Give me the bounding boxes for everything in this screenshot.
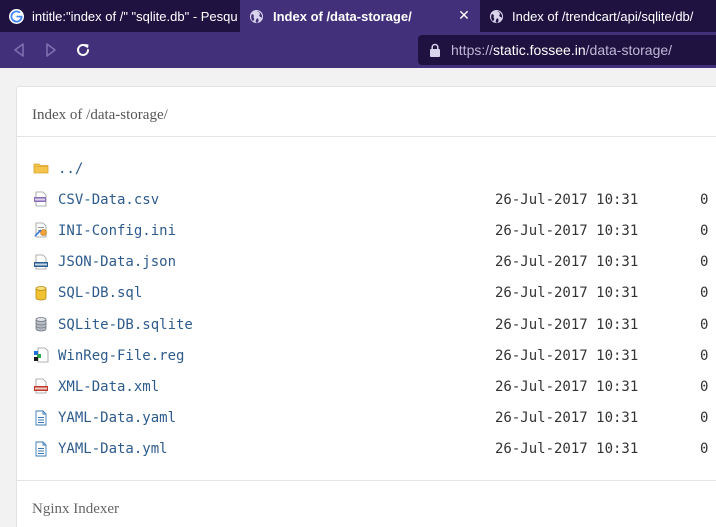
- file-link[interactable]: JSON-Data.json: [58, 254, 176, 270]
- list-item[interactable]: INI-Config.ini 26-Jul-2017 10:31 0: [17, 215, 716, 246]
- json-file-icon: [34, 254, 48, 269]
- file-link[interactable]: INI-Config.ini: [58, 223, 176, 239]
- google-icon: [9, 8, 24, 24]
- file-size: 0: [700, 191, 709, 208]
- list-item[interactable]: CSV-Data.csv 26-Jul-2017 10:31 0: [17, 184, 716, 215]
- close-tab-icon[interactable]: ✕: [456, 8, 472, 24]
- list-item[interactable]: WinReg-File.reg 26-Jul-2017 10:31 0: [17, 340, 716, 371]
- globe-icon: [249, 9, 264, 23]
- file-date: 26-Jul-2017 10:31: [495, 254, 639, 271]
- directory-listing-card: Index of /data-storage/ ../ CSV-Data.csv…: [16, 86, 716, 527]
- folder-icon: [33, 163, 49, 174]
- file-size: 0: [700, 222, 709, 239]
- file-link[interactable]: YAML-Data.yml: [58, 441, 168, 457]
- file-date: 26-Jul-2017 10:31: [495, 378, 639, 395]
- file-date: 26-Jul-2017 10:31: [495, 347, 639, 364]
- tab-title: Index of /trendcart/api/sqlite/db/: [512, 8, 694, 24]
- browser-toolbar: https://static.fossee.in/data-storage/: [0, 32, 716, 68]
- ini-file-icon: [34, 222, 47, 238]
- file-size: 0: [700, 441, 709, 458]
- file-date: 26-Jul-2017 10:31: [495, 285, 639, 302]
- list-item[interactable]: XML-Data.xml 26-Jul-2017 10:31 0: [17, 371, 716, 402]
- tab-trendcart-db[interactable]: Index of /trendcart/api/sqlite/db/: [480, 0, 716, 32]
- file-list: ../ CSV-Data.csv 26-Jul-2017 10:31 0 INI…: [17, 153, 716, 465]
- card-header: Index of /data-storage/: [17, 87, 716, 137]
- url-host: static.fossee.in: [493, 42, 586, 58]
- file-date: 26-Jul-2017 10:31: [495, 410, 639, 427]
- file-link[interactable]: YAML-Data.yaml: [58, 410, 176, 426]
- reload-button[interactable]: [72, 39, 94, 61]
- file-link[interactable]: XML-Data.xml: [58, 379, 159, 395]
- tab-title: intitle:"index of /" "sqlite.db" - Pesqu…: [32, 8, 237, 24]
- file-size: 0: [700, 285, 709, 302]
- file-size: 0: [700, 316, 709, 333]
- list-item[interactable]: YAML-Data.yml 26-Jul-2017 10:31 0: [17, 434, 716, 465]
- back-button[interactable]: [8, 39, 30, 61]
- file-size: 0: [700, 410, 709, 427]
- file-link[interactable]: SQL-DB.sql: [58, 285, 142, 301]
- list-item[interactable]: SQLite-DB.sqlite 26-Jul-2017 10:31 0: [17, 309, 716, 340]
- file-link[interactable]: WinReg-File.reg: [58, 348, 184, 364]
- list-item-parent[interactable]: ../: [17, 153, 716, 184]
- database-icon: [35, 285, 47, 301]
- footer-text: Nginx Indexer: [32, 501, 120, 517]
- address-bar[interactable]: https://static.fossee.in/data-storage/: [418, 35, 716, 65]
- file-size: 0: [700, 378, 709, 395]
- tab-google-search[interactable]: intitle:"index of /" "sqlite.db" - Pesqu…: [0, 0, 240, 32]
- file-link[interactable]: CSV-Data.csv: [58, 192, 159, 208]
- text-file-icon: [35, 410, 47, 425]
- list-item[interactable]: SQL-DB.sql 26-Jul-2017 10:31 0: [17, 278, 716, 309]
- page-title: Index of /data-storage/: [32, 107, 168, 123]
- globe-icon: [489, 9, 504, 23]
- file-date: 26-Jul-2017 10:31: [495, 441, 639, 458]
- xml-file-icon: [34, 378, 48, 394]
- file-date: 26-Jul-2017 10:31: [495, 316, 639, 333]
- url-scheme: https://: [451, 42, 494, 58]
- file-date: 26-Jul-2017 10:31: [495, 222, 639, 239]
- sqlite-database-icon: [35, 317, 47, 332]
- file-link[interactable]: ../: [58, 161, 83, 177]
- file-size: 0: [700, 347, 709, 364]
- url-text: https://static.fossee.in/data-storage/: [451, 42, 672, 58]
- url-path: /data-storage/: [585, 42, 673, 58]
- tab-strip: intitle:"index of /" "sqlite.db" - Pesqu…: [0, 0, 716, 32]
- back-arrow-icon: [14, 43, 24, 57]
- csv-file-icon: [34, 191, 47, 207]
- file-date: 26-Jul-2017 10:31: [495, 191, 639, 208]
- list-item[interactable]: JSON-Data.json 26-Jul-2017 10:31 0: [17, 247, 716, 278]
- card-footer: Nginx Indexer: [17, 480, 716, 518]
- tab-data-storage[interactable]: Index of /data-storage/ ✕: [240, 0, 480, 32]
- tab-title: Index of /data-storage/: [273, 8, 412, 24]
- text-file-icon: [35, 441, 47, 457]
- registry-file-icon: [34, 347, 49, 363]
- reload-icon: [77, 43, 89, 56]
- forward-arrow-icon: [46, 43, 56, 57]
- forward-button[interactable]: [40, 39, 62, 61]
- file-link[interactable]: SQLite-DB.sqlite: [58, 317, 193, 333]
- list-item[interactable]: YAML-Data.yaml 26-Jul-2017 10:31 0: [17, 403, 716, 434]
- file-size: 0: [700, 254, 709, 271]
- lock-icon: [430, 43, 440, 57]
